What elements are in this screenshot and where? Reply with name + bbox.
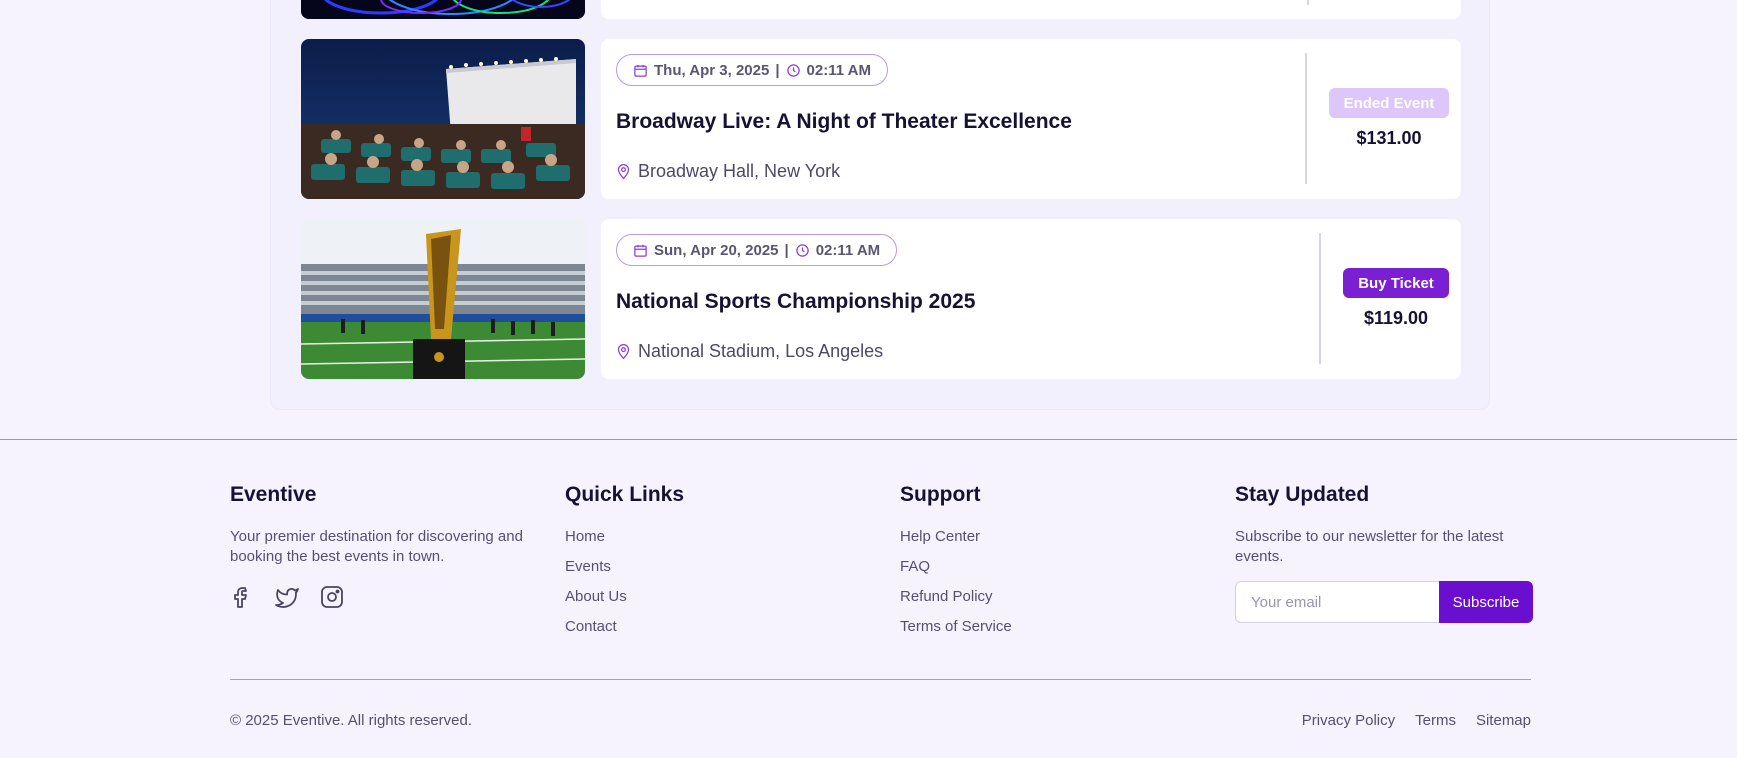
twitter-icon[interactable]: [274, 585, 300, 609]
newsletter-form: Subscribe: [1235, 581, 1535, 623]
footer-bottom-links: Privacy Policy Terms Sitemap: [1302, 712, 1531, 729]
event-location-label: Broadway Hall, New York: [638, 161, 841, 181]
buy-ticket-button[interactable]: Buy Ticket: [1343, 268, 1449, 298]
footer-quick-links-column: Quick Links Home Events About Us Contact: [565, 483, 845, 647]
clock-icon: [795, 243, 810, 258]
footer-link-refund-policy[interactable]: Refund Policy: [900, 587, 1180, 607]
event-info: Thu, Apr 3, 2025 | 02:11 AM Broadway Liv…: [601, 39, 1461, 199]
event-date: Thu, Apr 3, 2025: [654, 61, 770, 79]
quick-links-list: Home Events About Us Contact: [565, 527, 845, 637]
event-info-partial: [601, 0, 1461, 19]
footer-link-home[interactable]: Home: [565, 527, 845, 547]
footer-quick-links-title: Quick Links: [565, 483, 685, 506]
event-time: 02:11 AM: [806, 61, 871, 79]
date-separator: |: [784, 241, 789, 259]
price-column: Ended Event $131.00: [1328, 88, 1450, 149]
facebook-icon[interactable]: [230, 585, 254, 609]
divider: [1307, 0, 1309, 5]
footer-link-contact[interactable]: Contact: [565, 617, 845, 637]
event-date-pill: Thu, Apr 3, 2025 | 02:11 AM: [616, 54, 888, 86]
event-date-pill: Sun, Apr 20, 2025 | 02:11 AM: [616, 234, 898, 266]
newsletter-email-input[interactable]: [1235, 581, 1439, 623]
footer-newsletter-title: Stay Updated: [1235, 483, 1370, 506]
footer-bottom-divider: [230, 679, 1531, 680]
subscribe-button[interactable]: Subscribe: [1439, 581, 1533, 623]
ended-event-badge: Ended Event: [1328, 88, 1450, 118]
footer-link-terms-of-service[interactable]: Terms of Service: [900, 617, 1180, 637]
clock-icon: [786, 63, 801, 78]
event-price: $119.00: [1363, 308, 1429, 328]
footer-newsletter-column: Stay Updated Subscribe to our newsletter…: [1235, 483, 1535, 623]
map-pin-icon: [616, 163, 631, 180]
terms-link[interactable]: Terms: [1415, 712, 1456, 729]
event-info: Sun, Apr 20, 2025 | 02:11 AM National Sp…: [601, 219, 1461, 379]
event-thumbnail[interactable]: [301, 39, 585, 199]
calendar-icon: [633, 243, 648, 258]
event-thumbnail[interactable]: [301, 219, 585, 379]
sitemap-link[interactable]: Sitemap: [1476, 712, 1531, 729]
event-card[interactable]: Sun, Apr 20, 2025 | 02:11 AM National Sp…: [301, 219, 1461, 379]
event-thumbnail-partial[interactable]: [301, 0, 585, 19]
event-location: National Stadium, Los Angeles: [616, 341, 883, 362]
divider: [1319, 233, 1321, 364]
event-location: Broadway Hall, New York: [616, 161, 840, 182]
footer-link-events[interactable]: Events: [565, 557, 845, 577]
footer-brand-description: Your premier destination for discovering…: [230, 528, 523, 565]
event-time: 02:11 AM: [815, 241, 881, 259]
footer-link-help-center[interactable]: Help Center: [900, 527, 1180, 547]
footer-support-column: Support Help Center FAQ Refund Policy Te…: [900, 483, 1180, 647]
footer-brand-column: Eventive Your premier destination for di…: [230, 483, 540, 609]
footer-newsletter-description: Subscribe to our newsletter for the late…: [1235, 528, 1504, 565]
map-pin-icon: [616, 343, 631, 360]
copyright-text: © 2025 Eventive. All rights reserved.: [230, 712, 473, 729]
footer-brand-title: Eventive: [230, 483, 317, 506]
footer-link-faq[interactable]: FAQ: [900, 557, 1180, 577]
event-card[interactable]: Thu, Apr 3, 2025 | 02:11 AM Broadway Liv…: [301, 39, 1461, 199]
support-links-list: Help Center FAQ Refund Policy Terms of S…: [900, 527, 1180, 637]
event-title[interactable]: Broadway Live: A Night of Theater Excell…: [616, 110, 1072, 134]
privacy-policy-link[interactable]: Privacy Policy: [1302, 712, 1395, 729]
event-date: Sun, Apr 20, 2025: [654, 241, 779, 259]
price-column: Buy Ticket $119.00: [1336, 268, 1456, 329]
instagram-icon[interactable]: [320, 585, 344, 609]
date-separator: |: [775, 61, 780, 79]
event-title[interactable]: National Sports Championship 2025: [616, 290, 975, 314]
footer-link-about-us[interactable]: About Us: [565, 587, 845, 607]
social-links: [230, 585, 540, 609]
divider: [1305, 53, 1307, 184]
event-location-label: National Stadium, Los Angeles: [638, 341, 884, 361]
event-price: $131.00: [1356, 128, 1422, 148]
footer-top-border: [0, 439, 1737, 440]
calendar-icon: [633, 63, 648, 78]
footer-support-title: Support: [900, 483, 981, 506]
